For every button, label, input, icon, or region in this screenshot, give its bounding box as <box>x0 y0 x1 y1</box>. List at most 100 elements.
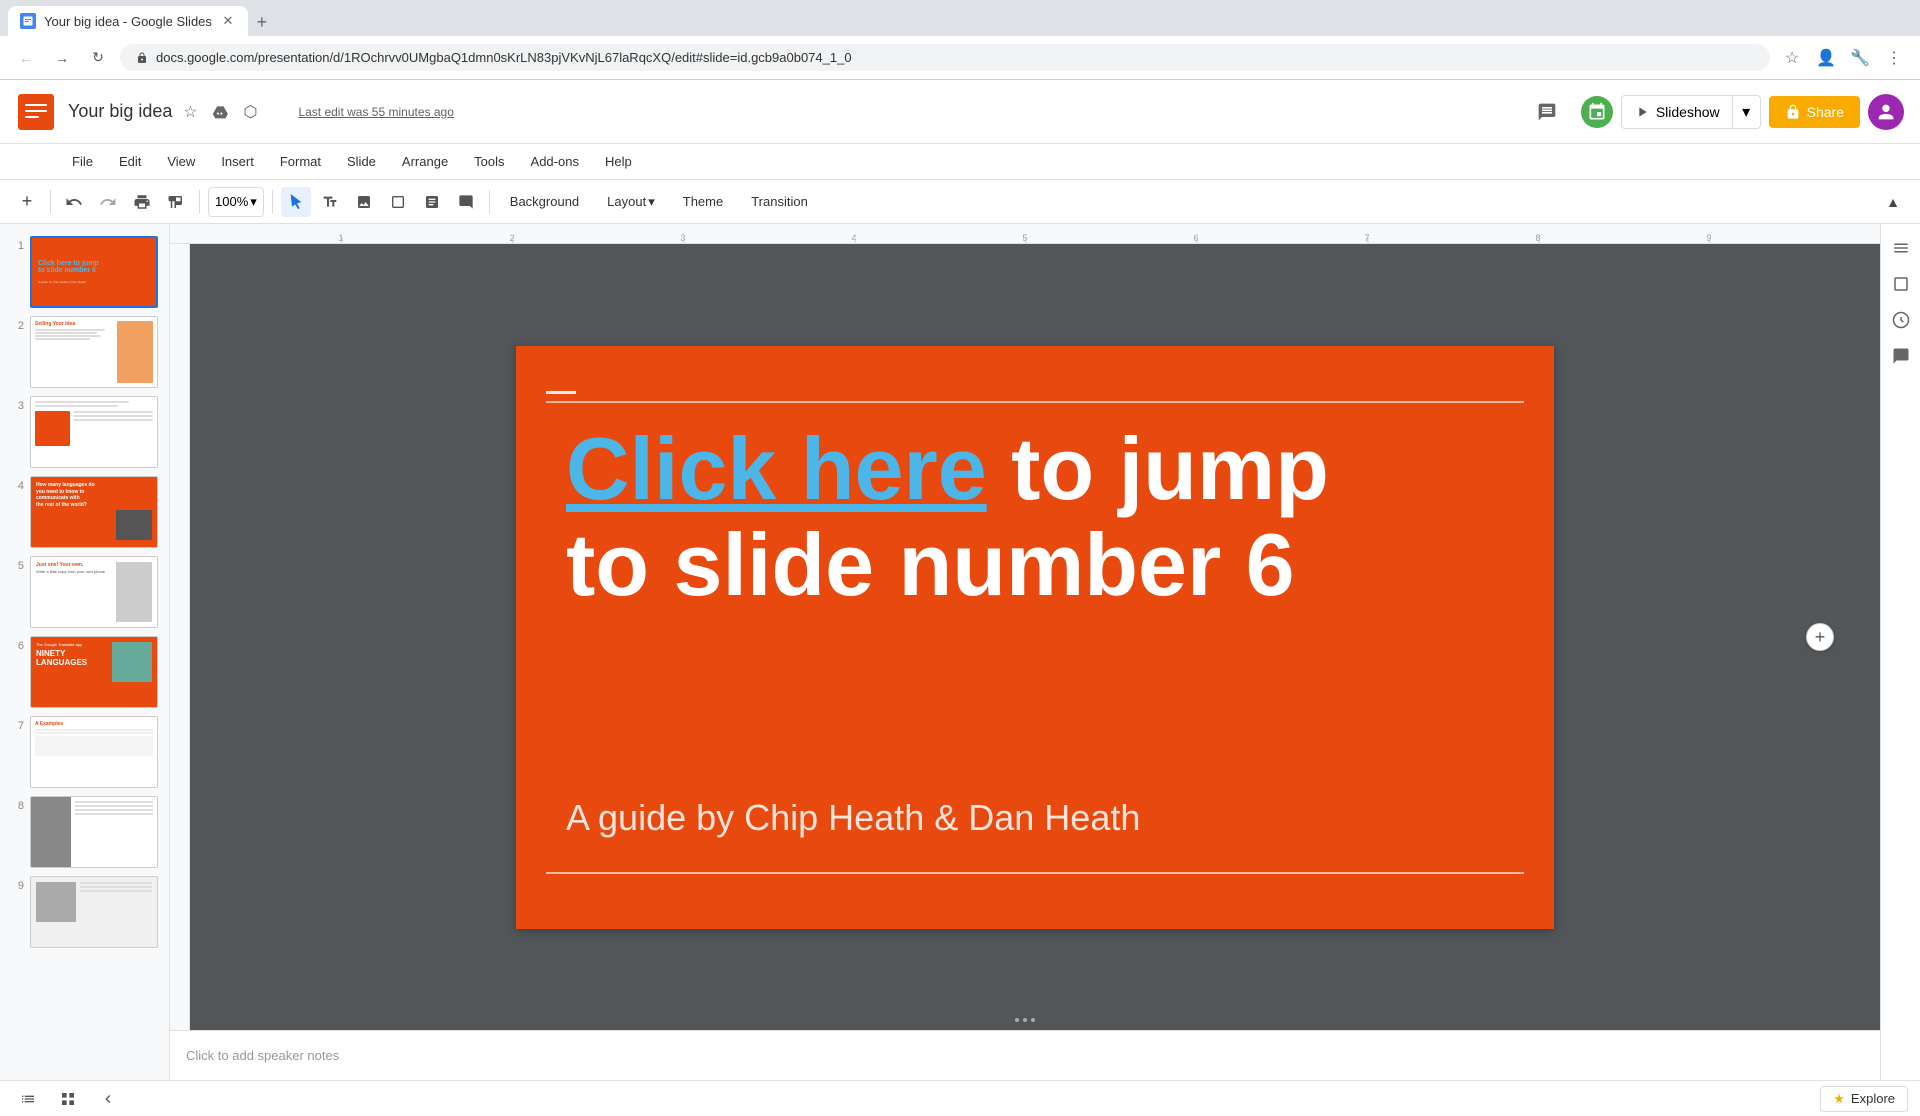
slide-thumb-3[interactable]: 3 <box>0 392 169 472</box>
bottom-bar: ★ Explore <box>0 1080 1920 1116</box>
offline-icon[interactable]: ⬡ <box>238 100 262 124</box>
share-button[interactable]: Share <box>1769 96 1860 128</box>
sidebar-icon-4[interactable] <box>1885 340 1917 372</box>
tab-bar: Your big idea - Google Slides ✕ + <box>0 0 1920 36</box>
slide-thumb-7[interactable]: 7 A Examples <box>0 712 169 792</box>
comment-tool-button[interactable] <box>451 187 481 217</box>
explore-star-icon: ★ <box>1833 1091 1845 1107</box>
last-edit-text: Last edit was 55 minutes ago <box>298 105 453 119</box>
url-bar[interactable]: docs.google.com/presentation/d/1ROchrvv0… <box>120 44 1770 71</box>
tab-favicon <box>20 13 36 29</box>
click-here-link[interactable]: Click here <box>566 419 987 518</box>
collab-avatars <box>1581 96 1613 128</box>
transition-button[interactable]: Transition <box>739 187 820 217</box>
notes-area[interactable]: Click to add speaker notes <box>170 1030 1880 1080</box>
slide-thumb-4[interactable]: 4 How many languages doyou need to know … <box>0 472 169 552</box>
menu-arrange[interactable]: Arrange <box>390 150 460 173</box>
menu-format[interactable]: Format <box>268 150 333 173</box>
header-right: Slideshow ▾ Share <box>1521 94 1904 130</box>
slide-num-6: 6 <box>8 636 24 652</box>
layout-button[interactable]: Layout ▾ <box>595 187 667 217</box>
url-text: docs.google.com/presentation/d/1ROchrvv0… <box>156 50 852 65</box>
slide-view-list-button[interactable] <box>12 1087 44 1111</box>
slide-thumb-1[interactable]: 1 Click here to jumpto slide number 6 A … <box>0 232 169 312</box>
notes-placeholder[interactable]: Click to add speaker notes <box>186 1048 339 1063</box>
active-tab[interactable]: Your big idea - Google Slides ✕ <box>8 6 248 36</box>
app-logo <box>16 92 56 132</box>
menu-slide[interactable]: Slide <box>335 150 388 173</box>
slide-main-text: Click here to jump to slide number 6 <box>566 421 1504 615</box>
slide-preview-1: Click here to jumpto slide number 6 A gu… <box>30 236 158 308</box>
star-icon[interactable]: ☆ <box>178 100 202 124</box>
new-tab-button[interactable]: + <box>248 8 276 36</box>
zoom-dropdown-icon: ▾ <box>250 194 257 210</box>
slide-thumb-8[interactable]: 8 <box>0 792 169 872</box>
slide-preview-4: How many languages doyou need to know to… <box>30 476 158 548</box>
slide-dash-accent <box>546 391 576 394</box>
address-bar: ← → ↻ docs.google.com/presentation/d/1RO… <box>0 36 1920 80</box>
line-tool-button[interactable] <box>417 187 447 217</box>
slide-num-3: 3 <box>8 396 24 412</box>
slide-thumb-2[interactable]: 2 Selling Your Idea <box>0 312 169 392</box>
slide-num-7: 7 <box>8 716 24 732</box>
right-sidebar <box>1880 224 1920 1080</box>
person-icon <box>1875 101 1897 123</box>
tab-close-button[interactable]: ✕ <box>220 13 236 29</box>
image-tool-button[interactable] <box>349 187 379 217</box>
slide-thumb-9[interactable]: 9 <box>0 872 169 952</box>
select-tool-button[interactable] <box>281 187 311 217</box>
slideshow-dropdown-button[interactable]: ▾ <box>1733 95 1761 129</box>
canvas-area: Click here to jump to slide number 6 A g… <box>170 244 1880 1030</box>
menu-addons[interactable]: Add-ons <box>519 150 591 173</box>
menu-file[interactable]: File <box>60 150 105 173</box>
text-tool-button[interactable] <box>315 187 345 217</box>
add-button[interactable]: + <box>12 187 42 217</box>
redo-button[interactable] <box>93 187 123 217</box>
back-button[interactable]: ← <box>12 44 40 72</box>
canvas-wrapper: 1 2 3 4 5 6 7 8 9 Click here to ju <box>170 224 1880 1080</box>
extension-icon[interactable]: 🔧 <box>1846 44 1874 72</box>
menu-edit[interactable]: Edit <box>107 150 153 173</box>
collapse-panel-button[interactable] <box>92 1087 124 1111</box>
user-avatar[interactable] <box>1868 94 1904 130</box>
slide-view-grid-button[interactable] <box>52 1087 84 1111</box>
ruler-left <box>170 244 190 1030</box>
shape-tool-button[interactable] <box>383 187 413 217</box>
menu-view[interactable]: View <box>155 150 207 173</box>
slideshow-button[interactable]: Slideshow <box>1621 95 1733 129</box>
print-button[interactable] <box>127 187 157 217</box>
theme-button[interactable]: Theme <box>671 187 735 217</box>
tab-title: Your big idea - Google Slides <box>44 14 212 29</box>
zoom-selector[interactable]: 100% ▾ <box>208 187 264 217</box>
slide-thumb-5[interactable]: 5 Just one! Your own. Write a little cop… <box>0 552 169 632</box>
sidebar-icon-2[interactable] <box>1885 268 1917 300</box>
sidebar-icon-3[interactable] <box>1885 304 1917 336</box>
forward-button[interactable]: → <box>48 44 76 72</box>
undo-button[interactable] <box>59 187 89 217</box>
background-button[interactable]: Background <box>498 187 591 217</box>
bookmark-icon[interactable]: ☆ <box>1778 44 1806 72</box>
menu-tools[interactable]: Tools <box>462 150 516 173</box>
slide-preview-6: The Google Translate app NINETYLANGUAGES <box>30 636 158 708</box>
menu-help[interactable]: Help <box>593 150 644 173</box>
paint-format-button[interactable] <box>161 187 191 217</box>
comment-icon <box>1537 102 1557 122</box>
slide-num-9: 9 <box>8 876 24 892</box>
drive-icon[interactable] <box>208 100 232 124</box>
reload-button[interactable]: ↻ <box>84 44 112 72</box>
sidebar-icon-1[interactable] <box>1885 232 1917 264</box>
profile-icon[interactable]: 👤 <box>1812 44 1840 72</box>
slide-second-line: to slide number 6 <box>566 517 1504 614</box>
address-bar-icons: ☆ 👤 🔧 ⋮ <box>1778 44 1908 72</box>
menu-insert[interactable]: Insert <box>209 150 266 173</box>
add-shape-button[interactable]: + <box>1806 623 1834 651</box>
collapse-panel-button[interactable]: ▲ <box>1878 187 1908 217</box>
more-icon[interactable]: ⋮ <box>1880 44 1908 72</box>
slide-line-top <box>546 401 1524 403</box>
comments-button[interactable] <box>1521 94 1573 130</box>
explore-button[interactable]: ★ Explore <box>1820 1086 1908 1112</box>
slide-thumb-6[interactable]: 6 The Google Translate app NINETYLANGUAG… <box>0 632 169 712</box>
slide-canvas[interactable]: Click here to jump to slide number 6 A g… <box>516 346 1554 929</box>
lock-share-icon <box>1785 104 1801 120</box>
app-title[interactable]: Your big idea <box>68 101 172 122</box>
